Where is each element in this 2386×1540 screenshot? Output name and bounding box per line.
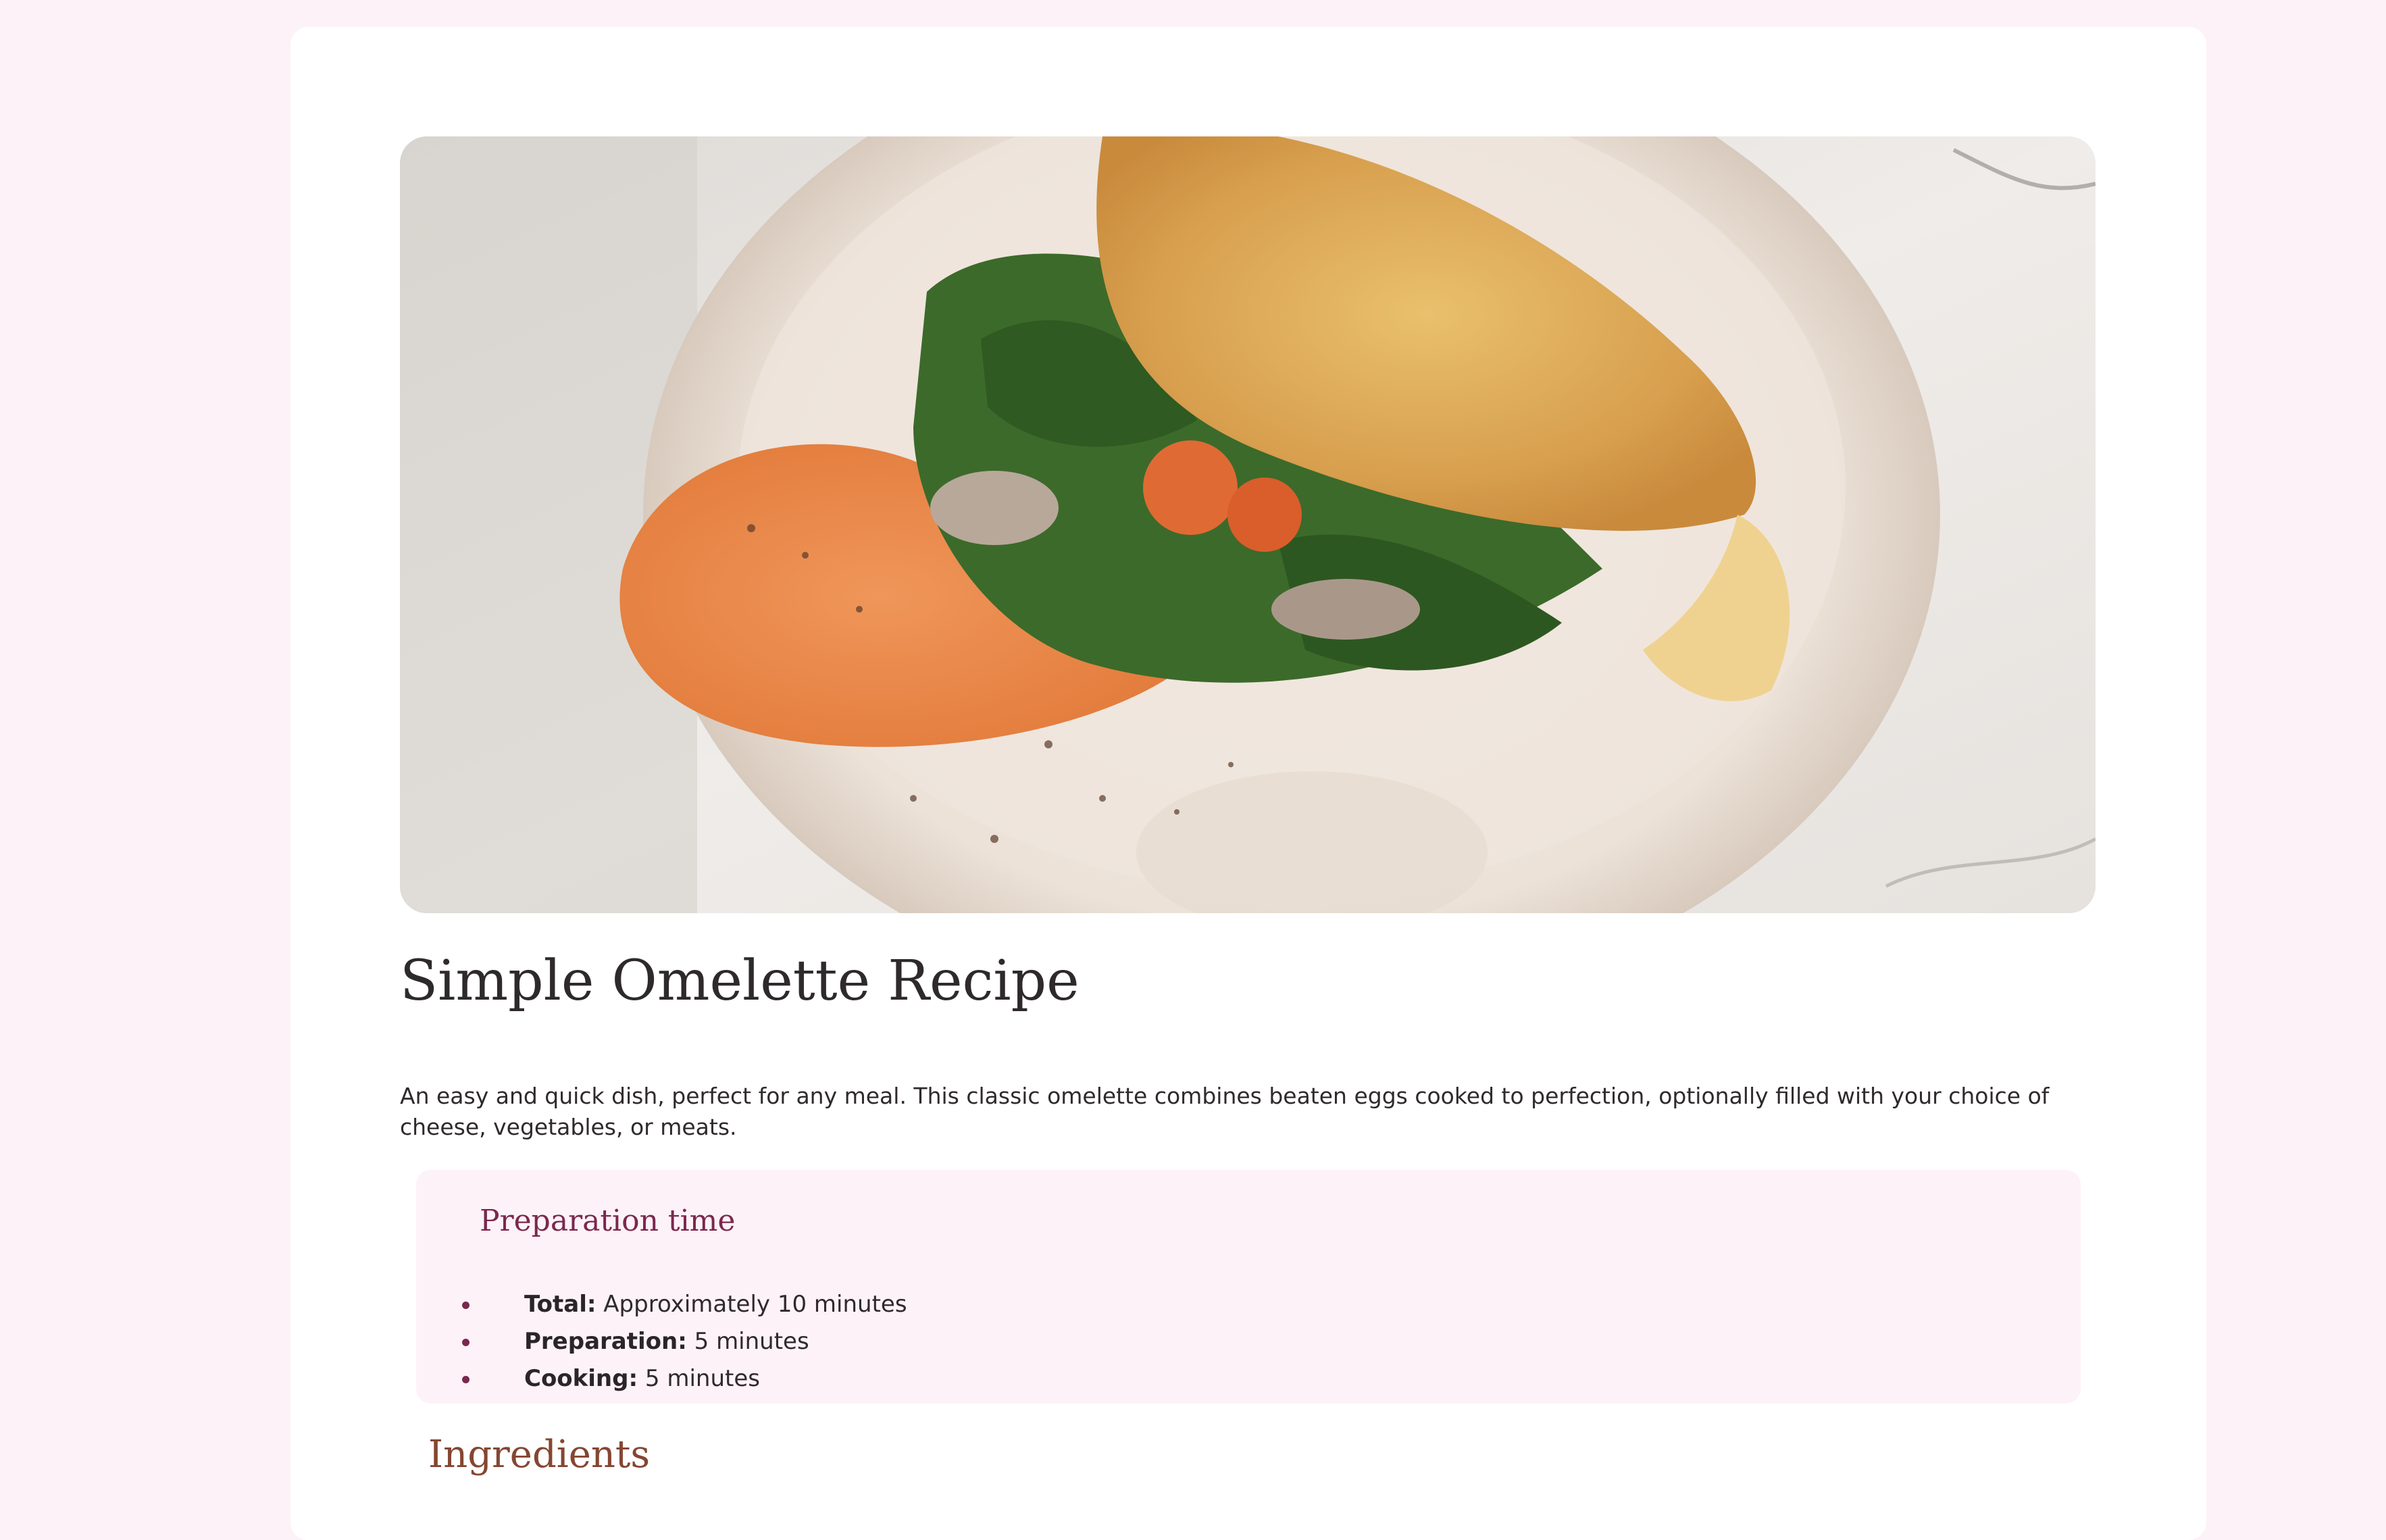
list-item: Cooking: 5 minutes — [416, 1360, 907, 1397]
recipe-card: Simple Omelette Recipe An easy and quick… — [290, 27, 2206, 1540]
item-value: 5 minutes — [644, 1365, 760, 1392]
bullet-icon — [462, 1339, 469, 1346]
preparation-time-heading: Preparation time — [480, 1204, 736, 1238]
recipe-description: An easy and quick dish, perfect for any … — [400, 1083, 2050, 1140]
bullet-icon — [462, 1302, 469, 1309]
bullet-icon — [462, 1376, 469, 1383]
list-item: Preparation: 5 minutes — [416, 1323, 907, 1360]
list-item: Total: Approximately 10 minutes — [416, 1286, 907, 1323]
omelette-hero-image — [400, 136, 2096, 913]
item-value: Approximately 10 minutes — [603, 1291, 907, 1318]
omelette-photo-icon — [400, 136, 2096, 913]
preparation-time-panel: Preparation time Total: Approximately 10… — [416, 1170, 2081, 1404]
item-label: Preparation: — [524, 1328, 687, 1355]
preparation-time-list: Total: Approximately 10 minutes Preparat… — [416, 1286, 907, 1397]
ingredients-heading: Ingredients — [428, 1433, 651, 1477]
item-label: Cooking: — [524, 1365, 638, 1392]
item-label: Total: — [524, 1291, 596, 1318]
page-title: Simple Omelette Recipe — [400, 949, 1080, 1013]
item-value: 5 minutes — [694, 1328, 809, 1355]
